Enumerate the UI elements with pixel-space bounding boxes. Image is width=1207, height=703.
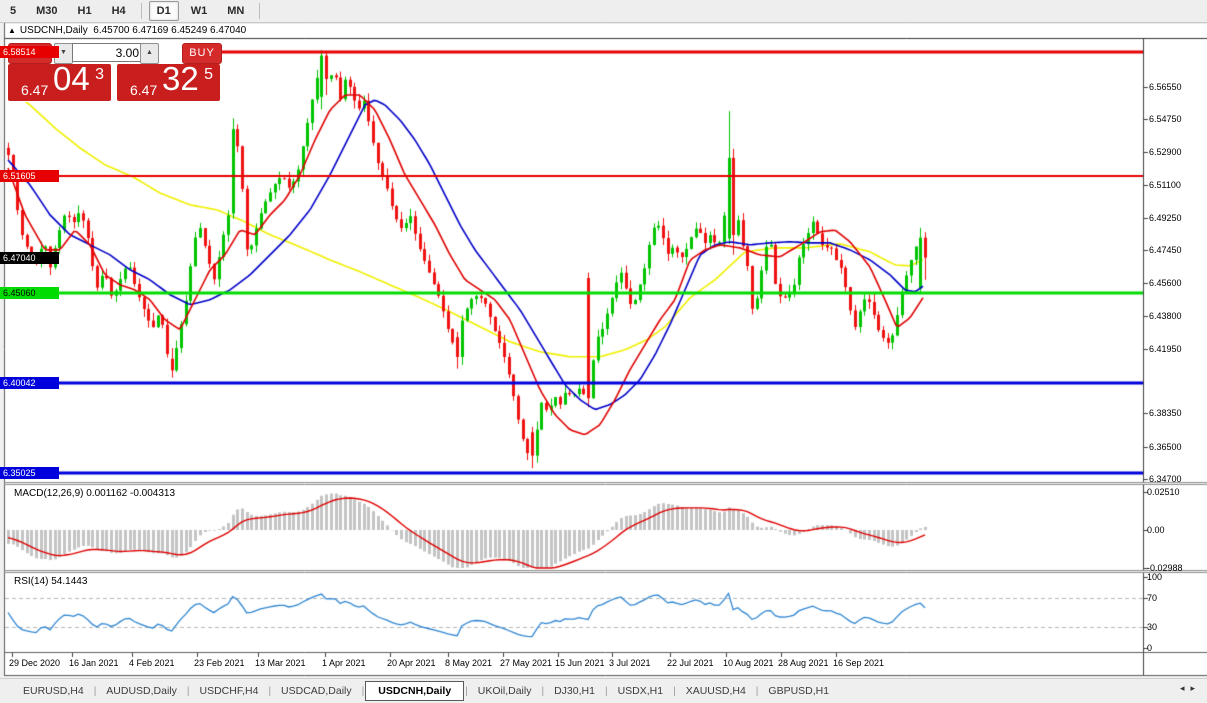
tab-audusd-daily[interactable]: AUDUSD,Daily xyxy=(97,682,186,700)
tab-eurusd-h4[interactable]: EURUSD,H4 xyxy=(14,682,93,700)
rsi-axis-label: 30 xyxy=(1147,622,1157,632)
buy-price-tile[interactable]: 6.47 32 5 xyxy=(117,64,220,101)
timeframe-button-h4[interactable]: H4 xyxy=(104,1,134,21)
buy-price-pip: 5 xyxy=(204,66,213,84)
rsi-axis-label: 100 xyxy=(1147,572,1162,582)
date-label: 27 May 2021 xyxy=(500,658,552,668)
level-price-label: 6.51605 xyxy=(0,170,59,182)
date-label: 28 Aug 2021 xyxy=(778,658,829,668)
sell-price-prefix: 6.47 xyxy=(21,82,48,98)
date-label: 20 Apr 2021 xyxy=(387,658,436,668)
tab-xauusd-h4[interactable]: XAUUSD,H4 xyxy=(677,682,755,700)
tab-usdchf-h4[interactable]: USDCHF,H4 xyxy=(191,682,268,700)
toolbar-separator xyxy=(141,3,142,19)
rsi-axis-label: 70 xyxy=(1147,593,1157,603)
timeframe-button-mn[interactable]: MN xyxy=(219,1,252,21)
timeframe-button-d1[interactable]: D1 xyxy=(149,1,179,21)
price-tick-label: 6.36500 xyxy=(1149,442,1182,452)
date-label: 4 Feb 2021 xyxy=(129,658,175,668)
tab-ukoil-daily[interactable]: UKOil,Daily xyxy=(469,682,541,700)
date-label: 16 Sep 2021 xyxy=(833,658,884,668)
date-label: 22 Jul 2021 xyxy=(667,658,714,668)
buy-price-prefix: 6.47 xyxy=(130,82,157,98)
rsi-axis-label: 0 xyxy=(1147,643,1152,653)
tab-usdcnh-daily[interactable]: USDCNH,Daily xyxy=(365,681,464,701)
chart-tab-bar: EURUSD,H4|AUDUSD,Daily|USDCHF,H4|USDCAD,… xyxy=(0,678,1207,703)
tab-gbpusd-h1[interactable]: GBPUSD,H1 xyxy=(759,682,838,700)
buy-price-big: 32 xyxy=(162,60,199,98)
current-price-label: 6.47040 xyxy=(0,252,59,264)
tab-dj30-h1[interactable]: DJ30,H1 xyxy=(545,682,604,700)
trading-platform-window: 5M30H1H4D1W1MN ▲USDCNH,Daily 6.45700 6.4… xyxy=(0,0,1207,703)
date-label: 23 Feb 2021 xyxy=(194,658,245,668)
date-label: 1 Apr 2021 xyxy=(322,658,366,668)
price-tick-label: 6.34700 xyxy=(1149,474,1182,484)
sell-price-tile[interactable]: 6.47 04 3 xyxy=(8,64,111,101)
level-price-label: 6.35025 xyxy=(0,467,59,479)
chart-title: ▲ USDCNH,Daily 6.45700 6.47169 6.45249 6.… xyxy=(8,25,246,38)
price-tick-label: 6.51100 xyxy=(1149,180,1181,190)
price-tick-label: 6.56550 xyxy=(1149,82,1182,92)
date-label: 29 Dec 2020 xyxy=(9,658,60,668)
macd-axis-label: 0.02510 xyxy=(1147,487,1180,497)
level-price-label: 6.45060 xyxy=(0,287,59,299)
timeframe-button-h1[interactable]: H1 xyxy=(70,1,100,21)
date-label: 8 May 2021 xyxy=(445,658,492,668)
date-label: 15 Jun 2021 xyxy=(555,658,605,668)
price-tick-label: 6.49250 xyxy=(1149,213,1182,223)
symbol-marker-icon: ▲ xyxy=(8,26,16,35)
tab-scroll-arrows[interactable]: ◂▸ xyxy=(1180,683,1201,694)
tab-usdcad-daily[interactable]: USDCAD,Daily xyxy=(272,682,361,700)
sell-price-big: 04 xyxy=(53,60,90,98)
price-tick-label: 6.45600 xyxy=(1149,278,1182,288)
date-label: 13 Mar 2021 xyxy=(255,658,306,668)
macd-axis-label: 0.00 xyxy=(1147,525,1165,535)
rsi-indicator-label: RSI(14) 54.1443 xyxy=(14,576,87,587)
tab-scroll-left-icon[interactable]: ◂ xyxy=(1180,683,1191,693)
date-label: 10 Aug 2021 xyxy=(723,658,774,668)
timeframe-button-5[interactable]: 5 xyxy=(2,1,24,21)
timeframe-button-m30[interactable]: M30 xyxy=(28,1,65,21)
level-price-label: 6.58514 xyxy=(0,46,59,58)
sell-price-pip: 3 xyxy=(95,66,104,84)
date-label: 3 Jul 2021 xyxy=(609,658,651,668)
tab-usdx-h1[interactable]: USDX,H1 xyxy=(609,682,673,700)
timeframe-button-w1[interactable]: W1 xyxy=(183,1,216,21)
price-tick-label: 6.41950 xyxy=(1149,344,1182,354)
price-chart-canvas[interactable] xyxy=(0,0,1207,703)
price-tick-label: 6.52900 xyxy=(1149,147,1182,157)
level-price-label: 6.40042 xyxy=(0,377,59,389)
toolbar-separator xyxy=(259,3,260,19)
chart-symbol-label: USDCNH,Daily xyxy=(20,25,88,36)
tab-scroll-right-icon[interactable]: ▸ xyxy=(1190,683,1201,693)
chart-ohlc-values: 6.45700 6.47169 6.45249 6.47040 xyxy=(93,25,246,36)
volume-increase-button[interactable]: ▲ xyxy=(140,43,159,64)
price-tick-label: 6.47450 xyxy=(1149,245,1182,255)
price-tick-label: 6.43800 xyxy=(1149,311,1182,321)
date-label: 16 Jan 2021 xyxy=(69,658,119,668)
price-tick-label: 6.38350 xyxy=(1149,408,1182,418)
price-tick-label: 6.54750 xyxy=(1149,114,1182,124)
macd-indicator-label: MACD(12,26,9) 0.001162 -0.004313 xyxy=(14,488,175,499)
timeframe-toolbar: 5M30H1H4 D1W1MN xyxy=(0,0,1207,23)
